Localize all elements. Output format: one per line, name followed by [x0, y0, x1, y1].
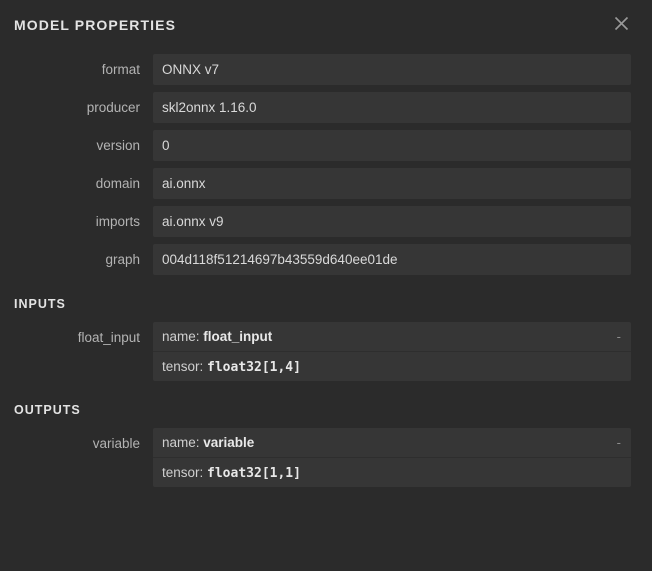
property-label: graph	[105, 252, 140, 267]
property-row-producer: producer skl2onnx 1.16.0	[0, 92, 652, 123]
output-row-variable: variable name: variable - tensor: float3…	[0, 428, 652, 487]
property-label: version	[96, 138, 140, 153]
property-value-wrap: ai.onnx v9	[153, 206, 631, 237]
argument-name-key: name:	[162, 329, 204, 344]
argument-name-key: name:	[162, 435, 204, 450]
argument-tensor-key: tensor:	[162, 465, 208, 480]
property-row-version: version 0	[0, 130, 652, 161]
argument-name-line[interactable]: name: float_input -	[153, 322, 631, 351]
property-value[interactable]: ONNX v7	[153, 54, 631, 85]
argument-tensor-value: float32[1,1]	[207, 466, 301, 481]
property-value-wrap: ONNX v7	[153, 54, 631, 85]
property-value[interactable]: ai.onnx	[153, 168, 631, 199]
argument-trailing-dash: -	[616, 329, 621, 344]
model-properties-list: format ONNX v7 producer skl2onnx 1.16.0 …	[0, 54, 652, 275]
argument-tensor-line[interactable]: tensor: float32[1,1]	[153, 457, 631, 487]
argument-tensor-key: tensor:	[162, 359, 208, 374]
argument-name-line[interactable]: name: variable -	[153, 428, 631, 457]
page-title: MODEL PROPERTIES	[14, 17, 177, 33]
property-value-wrap: skl2onnx 1.16.0	[153, 92, 631, 123]
property-row-domain: domain ai.onnx	[0, 168, 652, 199]
input-label: float_input	[77, 330, 140, 345]
argument-name-value: float_input	[203, 329, 273, 344]
argument-card: name: float_input - tensor: float32[1,4]	[153, 322, 631, 381]
property-value[interactable]: 0	[153, 130, 631, 161]
property-label: domain	[95, 176, 140, 191]
property-value[interactable]: 004d118f51214697b43559d640ee01de	[153, 244, 631, 275]
property-row-imports: imports ai.onnx v9	[0, 206, 652, 237]
argument-card: name: variable - tensor: float32[1,1]	[153, 428, 631, 487]
property-value-wrap: 0	[153, 130, 631, 161]
property-label: producer	[86, 100, 140, 115]
property-row-graph: graph 004d118f51214697b43559d640ee01de	[0, 244, 652, 275]
property-label: imports	[95, 214, 140, 229]
section-header-outputs: OUTPUTS	[14, 403, 81, 417]
argument-tensor-value: float32[1,4]	[207, 360, 301, 375]
input-value-wrap: name: float_input - tensor: float32[1,4]	[153, 322, 631, 381]
panel-header: MODEL PROPERTIES	[0, 0, 652, 46]
output-label: variable	[92, 436, 140, 451]
property-value-wrap: 004d118f51214697b43559d640ee01de	[153, 244, 631, 275]
argument-trailing-dash: -	[616, 435, 621, 450]
property-label: format	[101, 62, 140, 77]
argument-name-value: variable	[203, 435, 255, 450]
property-value[interactable]: skl2onnx 1.16.0	[153, 92, 631, 123]
property-value-wrap: ai.onnx	[153, 168, 631, 199]
property-row-format: format ONNX v7	[0, 54, 652, 85]
output-value-wrap: name: variable - tensor: float32[1,1]	[153, 428, 631, 487]
argument-tensor-line[interactable]: tensor: float32[1,4]	[153, 351, 631, 381]
property-value[interactable]: ai.onnx v9	[153, 206, 631, 237]
section-header-inputs: INPUTS	[14, 297, 66, 311]
input-row-float-input: float_input name: float_input - tensor: …	[0, 322, 652, 381]
close-icon	[614, 16, 629, 31]
close-button[interactable]	[608, 10, 634, 36]
